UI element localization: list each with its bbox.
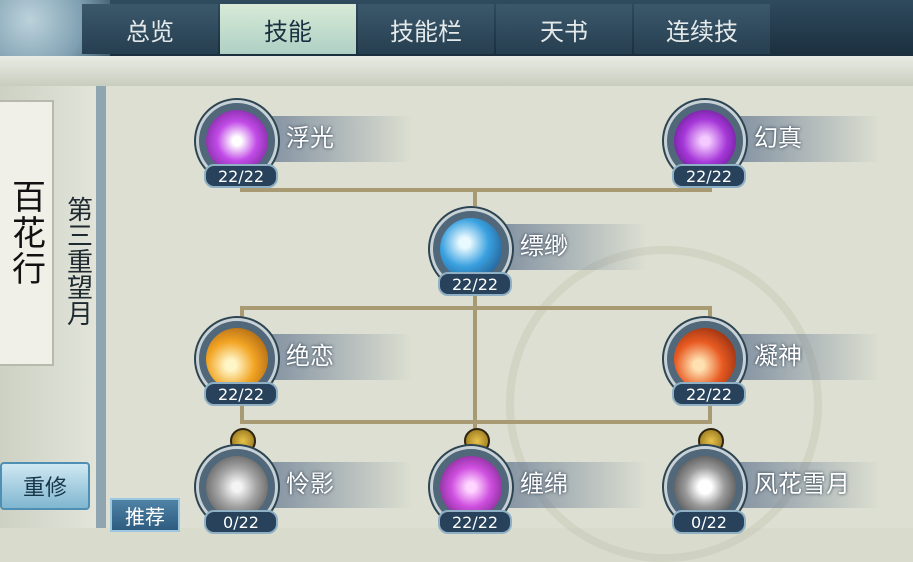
sect-name-scroll: 百花行	[0, 100, 54, 366]
recommend-button[interactable]: 推荐	[110, 498, 180, 532]
crystal-icon	[440, 456, 502, 518]
skill-name: 风花雪月	[754, 470, 850, 498]
skill-name: 凝神	[754, 342, 802, 370]
skill-name: 缥缈	[520, 232, 568, 260]
skill-level: 22/22	[672, 382, 746, 406]
reset-button[interactable]: 重修	[0, 462, 90, 510]
connector	[473, 282, 477, 430]
skill-node-huanzhen[interactable]: 幻真 22/22	[660, 96, 880, 188]
flame-blade-icon	[674, 328, 736, 390]
skill-name: 浮光	[286, 124, 334, 152]
skill-node-fenghuaxueyue[interactable]: 风花雪月 0/22	[660, 442, 880, 534]
skill-name: 怜影	[286, 470, 334, 498]
skill-level: 22/22	[672, 164, 746, 188]
skill-node-ningshen[interactable]: 凝神 22/22	[660, 314, 880, 406]
golden-strike-icon	[206, 328, 268, 390]
skill-node-lianying[interactable]: 怜影 0/22	[192, 442, 412, 534]
skill-level: 22/22	[204, 382, 278, 406]
recommend-label: 推荐	[125, 504, 165, 529]
petals-icon	[674, 110, 736, 172]
realm-label: 第三重望月	[62, 196, 93, 326]
skill-node-piaomiao[interactable]: 缥缈 22/22	[426, 204, 646, 296]
skill-name: 缠绵	[520, 470, 568, 498]
wave-icon	[440, 218, 502, 280]
skill-name: 幻真	[754, 124, 802, 152]
skill-name: 绝恋	[286, 342, 334, 370]
tab-skills[interactable]: 技能	[220, 4, 356, 54]
skill-node-juelian[interactable]: 绝恋 22/22	[192, 314, 412, 406]
skill-node-fuguang[interactable]: 浮光 22/22	[192, 96, 412, 188]
skill-tree-area: 浮光 22/22 幻真 22/22 缥缈 22/22 绝恋 22/22 凝神 2…	[106, 86, 913, 562]
moon-icon	[674, 456, 736, 518]
reset-label: 重修	[22, 476, 67, 501]
skill-level: 22/22	[438, 510, 512, 534]
shadow-icon	[206, 456, 268, 518]
tab-skill-bar[interactable]: 技能栏	[358, 4, 494, 54]
header-strip	[0, 56, 913, 86]
light-burst-icon	[206, 110, 268, 172]
connector	[240, 420, 710, 424]
skill-node-chanmian[interactable]: 缠绵 22/22	[426, 442, 646, 534]
tab-combo[interactable]: 连续技	[634, 4, 770, 54]
skill-level: 0/22	[204, 510, 278, 534]
skill-level: 22/22	[438, 272, 512, 296]
skill-level: 22/22	[204, 164, 278, 188]
tab-bar: 总览 技能 技能栏 天书 连续技	[82, 4, 772, 54]
tab-overview[interactable]: 总览	[82, 4, 218, 54]
tab-heavenly-book[interactable]: 天书	[496, 4, 632, 54]
skill-level: 0/22	[672, 510, 746, 534]
